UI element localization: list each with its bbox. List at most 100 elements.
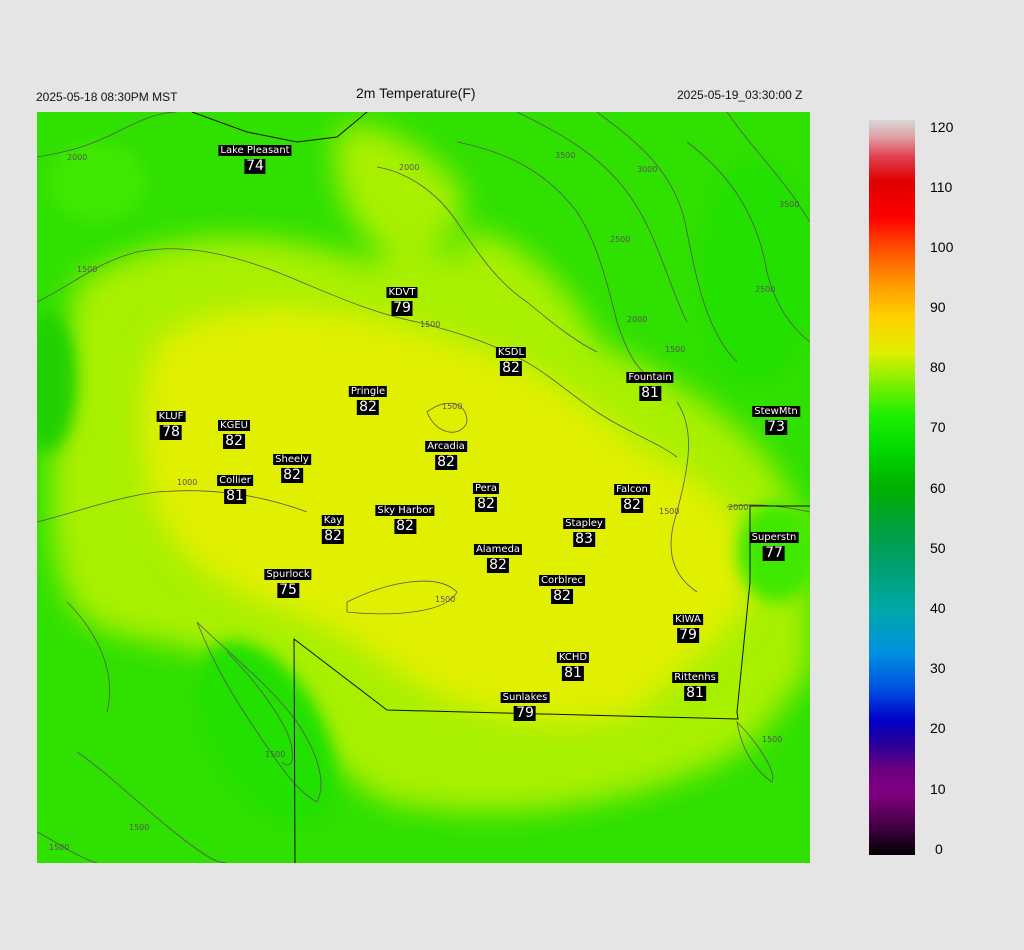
- contour-label: 1500: [659, 507, 679, 516]
- station-kchd: KCHD 81: [556, 647, 590, 681]
- station-superstn: Superstn 77: [749, 527, 799, 561]
- station-kdvt: KDVT 79: [386, 282, 418, 316]
- station-corblrec: Corblrec 82: [539, 570, 585, 604]
- colorbar-tick: 10: [930, 781, 946, 797]
- station-name: KCHD: [556, 652, 590, 663]
- colorbar-tick: 40: [930, 600, 946, 616]
- contour-label: 1500: [265, 750, 285, 759]
- station-name: Spurlock: [264, 569, 312, 580]
- contour-label: 1500: [420, 320, 440, 329]
- colorbar-tick: 50: [930, 540, 946, 556]
- station-temperature: 77: [763, 545, 785, 561]
- station-falcon: Falcon 82: [614, 479, 650, 513]
- contour-label: 1500: [49, 843, 69, 852]
- station-temperature: 81: [639, 385, 661, 401]
- station-name: Falcon: [614, 484, 650, 495]
- station-name: Arcadia: [425, 441, 467, 452]
- station-lake-pleasant: Lake Pleasant 74: [218, 140, 292, 174]
- station-temperature: 82: [621, 497, 643, 513]
- colorbar-tick: 80: [930, 359, 946, 375]
- contour-label: 2500: [610, 235, 630, 244]
- station-kiwa: KIWA 79: [673, 609, 703, 643]
- station-ksdl: KSDL 82: [495, 342, 527, 376]
- station-temperature: 82: [500, 360, 522, 376]
- contour-label: 1500: [762, 735, 782, 744]
- station-name: Rittenhs: [672, 672, 718, 683]
- station-temperature: 81: [562, 665, 584, 681]
- station-temperature: 79: [391, 300, 413, 316]
- station-name: Pera: [472, 483, 500, 494]
- station-name: Pringle: [348, 386, 388, 397]
- station-name: Kay: [321, 515, 345, 526]
- valid-time-local: 2025-05-18 08:30PM MST: [36, 90, 178, 104]
- station-temperature: 82: [322, 528, 344, 544]
- station-pera: Pera 82: [472, 478, 500, 512]
- station-name: KDVT: [386, 287, 418, 298]
- contour-label: 2000: [627, 315, 647, 324]
- colorbar-tick: 60: [930, 480, 946, 496]
- contour-label: 1500: [442, 402, 462, 411]
- station-name: Stapley: [563, 518, 605, 529]
- station-temperature: 82: [487, 557, 509, 573]
- station-temperature: 81: [224, 488, 246, 504]
- contour-label: 2000: [67, 153, 87, 162]
- station-name: KGEU: [218, 420, 250, 431]
- station-name: StewMtn: [752, 406, 800, 417]
- contour-label: 1500: [77, 265, 97, 274]
- station-kgeu: KGEU 82: [218, 415, 250, 449]
- temperature-field: 2000 1500 2000 3500 3000 2500 3500 2500 …: [37, 112, 810, 863]
- valid-time-utc: 2025-05-19_03:30:00 Z: [677, 88, 803, 102]
- station-temperature: 82: [551, 588, 573, 604]
- station-temperature: 78: [160, 424, 182, 440]
- station-name: KSDL: [495, 347, 527, 358]
- station-temperature: 82: [435, 454, 457, 470]
- station-name: KLUF: [156, 411, 186, 422]
- station-sunlakes: Sunlakes 79: [500, 687, 550, 721]
- colorbar-tick: 0: [935, 841, 943, 857]
- station-kay: Kay 82: [321, 510, 345, 544]
- station-temperature: 79: [514, 705, 536, 721]
- map-title: 2m Temperature(F): [356, 85, 476, 101]
- station-sheely: Sheely 82: [273, 449, 311, 483]
- station-kluf: KLUF 78: [156, 406, 186, 440]
- station-temperature: 82: [357, 399, 379, 415]
- contour-label: 2000: [728, 503, 748, 512]
- colorbar-tick: 100: [930, 239, 954, 255]
- station-stapley: Stapley 83: [563, 513, 605, 547]
- colorbar-tick: 90: [930, 299, 946, 315]
- colorbar-tick: 20: [930, 720, 946, 736]
- station-temperature: 79: [677, 627, 699, 643]
- contour-label: 3000: [637, 165, 657, 174]
- station-temperature: 82: [475, 496, 497, 512]
- station-pringle: Pringle 82: [348, 381, 388, 415]
- station-name: Superstn: [749, 532, 799, 543]
- station-spurlock: Spurlock 75: [264, 564, 312, 598]
- station-alameda: Alameda 82: [473, 539, 523, 573]
- station-name: Lake Pleasant: [218, 145, 292, 156]
- station-temperature: 82: [281, 467, 303, 483]
- station-temperature: 82: [223, 433, 245, 449]
- station-temperature: 83: [573, 531, 595, 547]
- station-fountain: Fountain 81: [626, 367, 674, 401]
- temperature-colorbar: [869, 120, 915, 855]
- contour-label: 2500: [755, 285, 775, 294]
- temperature-map: 2000 1500 2000 3500 3000 2500 3500 2500 …: [37, 112, 810, 863]
- station-collier: Collier 81: [217, 470, 253, 504]
- station-name: Corblrec: [539, 575, 585, 586]
- colorbar-tick: 30: [930, 660, 946, 676]
- station-temperature: 73: [765, 419, 787, 435]
- colorbar-tick: 110: [930, 179, 953, 195]
- station-name: Fountain: [626, 372, 674, 383]
- contour-label: 1000: [177, 478, 197, 487]
- contour-label: 3500: [779, 200, 799, 209]
- station-arcadia: Arcadia 82: [425, 436, 467, 470]
- contour-label: 1500: [435, 595, 455, 604]
- contour-label: 3500: [555, 151, 575, 160]
- colorbar-tick: 70: [930, 419, 946, 435]
- station-name: Collier: [217, 475, 253, 486]
- station-rittenhs: Rittenhs 81: [672, 667, 718, 701]
- colorbar-tick: 120: [930, 119, 954, 135]
- station-temperature: 82: [394, 518, 416, 534]
- contour-label: 1500: [129, 823, 149, 832]
- station-name: KIWA: [673, 614, 703, 625]
